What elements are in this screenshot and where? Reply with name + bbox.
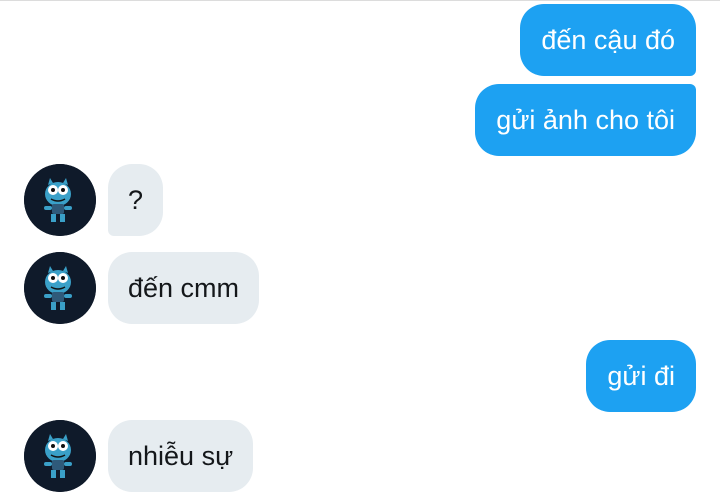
received-message-bubble[interactable]: ?	[108, 164, 164, 236]
cartoon-cat-avatar-icon	[24, 252, 96, 324]
received-message-bubble[interactable]: đến cmm	[108, 252, 260, 324]
sent-message-bubble[interactable]: đến cậu đó	[520, 4, 696, 76]
cartoon-cat-avatar-icon	[24, 164, 96, 236]
cartoon-cat-avatar-icon	[24, 420, 96, 492]
sent-message-bubble[interactable]: gửi ảnh cho tôi	[475, 84, 696, 156]
avatar[interactable]	[24, 164, 96, 236]
avatar[interactable]	[24, 420, 96, 492]
received-message-bubble[interactable]: nhiễu sự	[108, 420, 254, 492]
avatar[interactable]	[24, 252, 96, 324]
sent-message-bubble[interactable]: gửi đi	[586, 340, 696, 412]
top-divider	[0, 0, 720, 1]
